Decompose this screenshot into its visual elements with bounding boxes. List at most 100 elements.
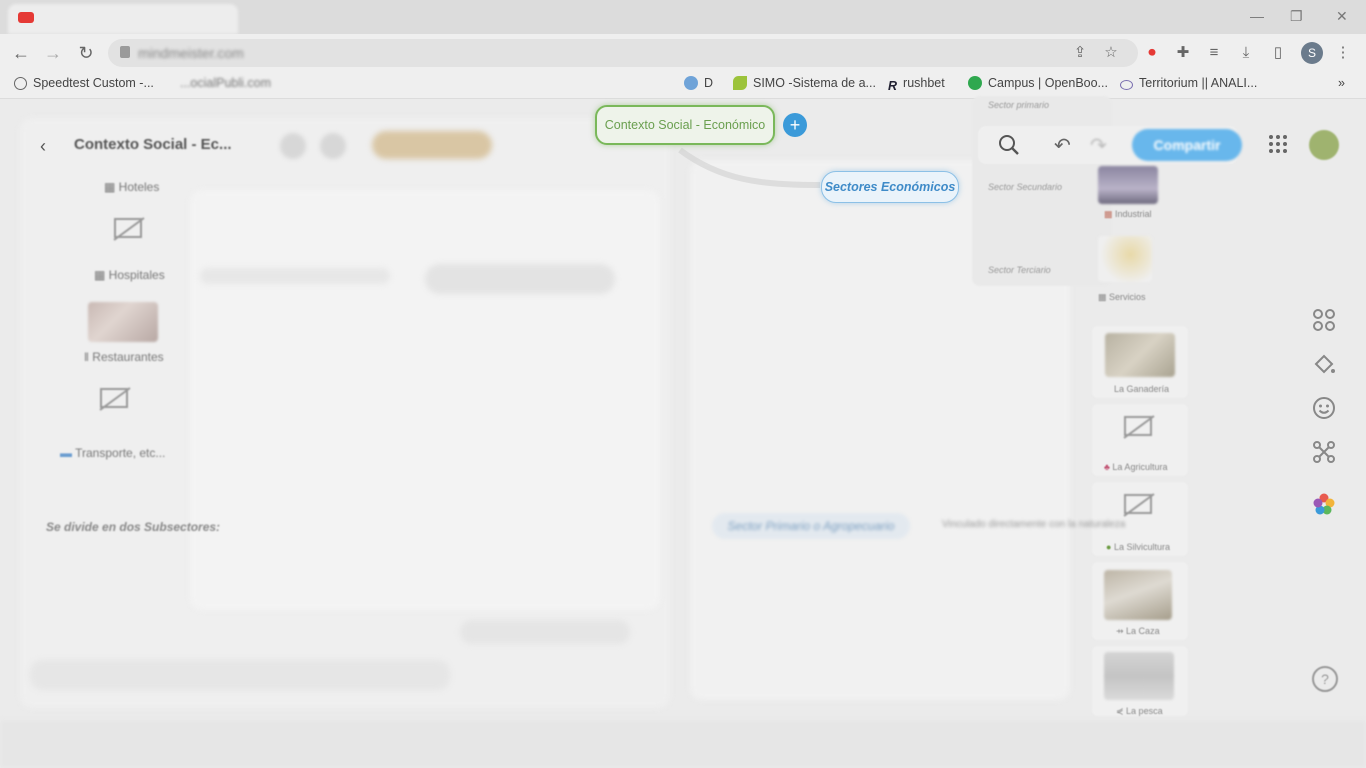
document-title[interactable]: Contexto Social - Ec... [74,136,232,153]
node-agricultura[interactable]: ♣ La Agricultura [1104,462,1167,472]
bookmark-label: D [704,76,714,90]
node-label: La pesca [1126,706,1163,716]
leaf-icon [733,76,747,90]
node-servicios[interactable]: ▦ Servicios [1098,292,1146,303]
layout-icon[interactable] [1312,308,1336,332]
hotel-icon: ▦ [104,180,119,194]
image-placeholder-icon [1123,493,1155,517]
bookmark-territorium[interactable]: Territorium || ANALI... [1120,76,1257,90]
car-icon: ▬ [60,446,76,460]
back-icon[interactable]: ← [10,42,32,64]
eye-icon [1120,80,1133,90]
restaurant-image [88,302,158,342]
download-icon[interactable]: ⤓ [1236,43,1256,63]
bookmark-speedtest[interactable]: Speedtest Custom -... [14,76,154,90]
blurred-bottom-toolbar [30,660,450,690]
menu-kebab-icon[interactable]: ⋮ [1333,43,1353,63]
bookmarks-bar: Speedtest Custom -... ...ocialPubli.com … [0,72,1366,99]
apps-grid-icon[interactable] [1268,134,1288,154]
node-label: Industrial [1115,209,1152,219]
image-placeholder-icon [99,387,131,411]
maximize-icon[interactable]: ❐ [1290,8,1303,25]
sector-secundario-label[interactable]: Sector Secundario [988,182,1062,192]
node-label: Servicios [1109,292,1146,302]
sector-terciario-label[interactable]: Sector Terciario [988,265,1051,275]
reload-icon[interactable]: ↻ [75,42,97,64]
bookmark-campus[interactable]: Campus | OpenBoo... [968,76,1108,90]
industrial-image [1098,166,1158,204]
side-panel-icon[interactable]: ▯ [1268,43,1288,63]
bookmark-star-icon[interactable]: ☆ [1101,43,1121,63]
bookmark-label: Campus | OpenBoo... [988,76,1108,90]
central-topic-node[interactable]: Contexto Social - Económico [595,105,775,145]
share-button[interactable]: Compartir [1132,129,1242,161]
node-silvicultura[interactable]: ● La Silvicultura [1106,542,1170,552]
sector-primario-label[interactable]: Sector primario [988,100,1049,110]
minimize-icon[interactable]: — [1250,8,1264,24]
color-theme-icon[interactable] [1312,492,1336,516]
node-label: La Caza [1126,626,1160,636]
node-ganaderia[interactable]: La Ganadería [1114,384,1169,394]
user-avatar[interactable] [1309,130,1339,160]
bookmark-rushbet[interactable]: Rrushbet [888,76,945,93]
globe-icon [684,76,698,90]
connect-nodes-icon[interactable] [1312,440,1336,464]
forward-icon[interactable]: → [42,42,64,64]
node-hoteles[interactable]: ▦ Hoteles [104,180,159,194]
node-hospitales[interactable]: ▦ Hospitales [94,268,165,282]
bow-icon: ⇸ [1116,626,1127,636]
address-bar[interactable]: mindmeister.com [108,39,1138,67]
extensions-icon[interactable]: ✚ [1173,43,1193,63]
blurred-node [425,264,615,294]
node-sector-primario[interactable]: Sector Primario o Agropecuario [712,513,910,539]
node-caza[interactable]: ⇸ La Caza [1116,626,1160,637]
ganaderia-image [1105,333,1175,377]
node-sectores-economicos[interactable]: Sectores Económicos [821,171,959,203]
blurred-region [190,190,660,610]
undo-icon[interactable]: ↶ [1054,133,1071,158]
settings-icon[interactable] [280,133,306,159]
node-transporte[interactable]: ▬ Transporte, etc... [60,446,165,460]
node-label: Hoteles [118,180,160,194]
speedometer-icon [14,77,27,90]
node-label: Sectores Económicos [824,180,956,194]
bookmark-label: Territorium || ANALI... [1139,76,1258,90]
upgrade-button[interactable] [372,131,492,159]
bookmark-label: rushbet [903,76,945,90]
add-node-button[interactable]: + [783,113,807,137]
tree-icon: ● [1106,542,1114,552]
bookmark-label: Speedtest Custom -... [33,76,154,90]
node-pesca[interactable]: ⋞ La pesca [1116,706,1163,717]
image-placeholder-icon [1123,415,1155,439]
bookmark-label: ...ocialPubli.com [180,76,272,90]
extension-stop-icon[interactable]: ⏺ [1142,43,1162,63]
node-industrial[interactable]: ▦ Industrial [1104,209,1152,220]
bookmark-simo[interactable]: SIMO -Sistema de a... [733,76,876,90]
close-window-icon[interactable]: ✕ [1336,8,1348,25]
node-label: La Silvicultura [1113,542,1170,552]
browser-tab[interactable] [8,4,238,34]
share-page-icon[interactable]: ⇪ [1070,43,1090,63]
node-label: Restaurantes [92,350,164,364]
bookmark-d[interactable]: D [684,76,713,90]
paint-bucket-icon[interactable] [1312,352,1336,376]
hospital-icon: ▦ [94,268,109,282]
node-primario-description[interactable]: Vinculado directamente con la naturaleza [942,519,1125,530]
back-chevron-icon[interactable]: ‹ [40,136,46,157]
os-taskbar [0,720,1366,768]
bookmarks-blurred[interactable]: ...ocialPubli.com [180,76,271,90]
emoji-icon[interactable] [1312,396,1336,420]
redo-icon[interactable]: ↷ [1090,133,1107,158]
search-icon[interactable] [998,134,1020,156]
bookmark-label: SIMO -Sistema de a... [753,76,876,90]
media-list-icon[interactable]: ≡ [1204,43,1224,63]
help-button[interactable]: ? [1312,666,1338,692]
node-restaurantes[interactable]: ‖ Restaurantes [84,350,164,364]
subsectores-label[interactable]: Se divide en dos Subsectores: [46,520,220,534]
history-icon[interactable] [320,133,346,159]
profile-avatar[interactable]: S [1301,42,1323,64]
campus-icon [968,76,982,90]
node-label: Transporte, etc... [75,446,166,460]
bookmarks-more[interactable]: » [1338,76,1345,90]
lock-icon [120,46,130,58]
